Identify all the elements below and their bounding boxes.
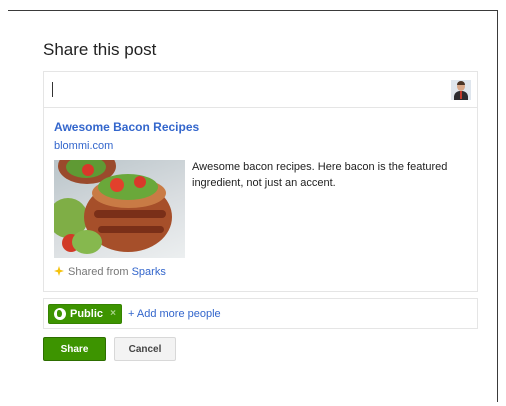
post-comment-input[interactable] [58,80,438,100]
attachment-title-link[interactable]: Awesome Bacon Recipes [54,120,199,134]
shared-from-label: Shared from [68,266,129,278]
user-avatar[interactable] [451,80,471,100]
attachment-description: Awesome bacon recipes. Here bacon is the… [192,161,448,189]
text-caret [52,82,53,97]
add-more-people-link[interactable]: + Add more people [128,308,221,320]
avatar-tie [460,91,462,99]
share-box: Awesome Bacon Recipes blommi.com Awesome… [43,71,478,292]
thumb-stripe-2 [98,226,164,233]
globe-icon [54,308,66,320]
remove-chip-icon[interactable]: × [110,308,116,319]
sparks-link[interactable]: Sparks [132,266,166,278]
share-button[interactable]: Share [43,337,106,361]
thumb-tomato-back [82,164,94,176]
public-chip[interactable]: Public × [48,304,122,324]
avatar-hair [457,81,465,85]
attachment-thumbnail[interactable] [54,160,185,258]
sparkle-icon [54,266,64,276]
cancel-button[interactable]: Cancel [114,337,176,361]
thumb-tomato-2 [134,176,146,188]
shared-from: Shared from Sparks [54,265,166,278]
thumb-stripe-1 [94,210,166,218]
thumb-greens-front [72,230,102,254]
thumb-greens-main [98,174,158,200]
compose-area[interactable] [44,72,477,108]
thumb-tomato-1 [110,178,124,192]
dialog-title: Share this post [43,40,157,59]
public-chip-label: Public [70,308,104,320]
audience-box[interactable]: Public × + Add more people [43,298,478,329]
attachment-domain-link[interactable]: blommi.com [54,140,113,152]
